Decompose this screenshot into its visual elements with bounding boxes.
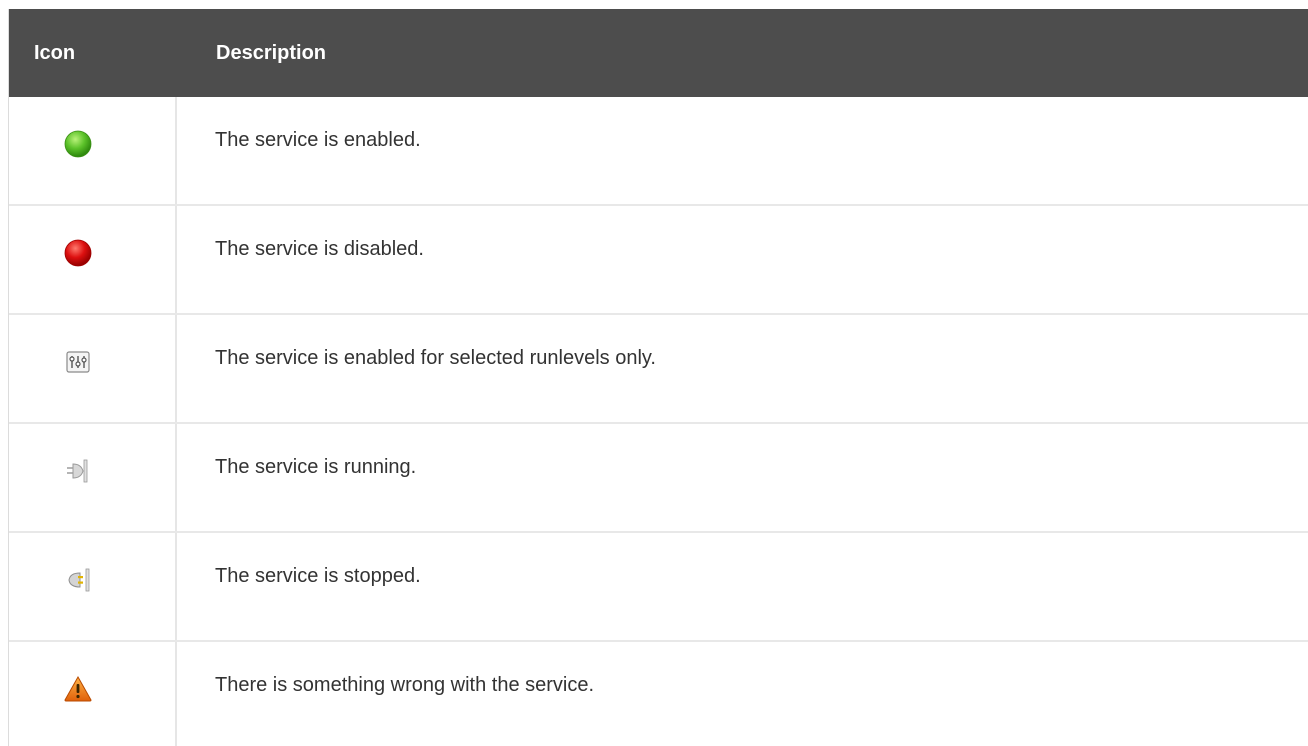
icon-cell (9, 424, 177, 531)
service-status-legend-table: Icon Description The service is enabled.… (8, 9, 1308, 746)
icon-cell (9, 533, 177, 640)
description-column-header: Description (216, 41, 327, 64)
icon-column-header: Icon (34, 41, 76, 64)
plug-connected-icon (61, 454, 95, 488)
warning-triangle-icon (61, 672, 95, 706)
table-row: The service is enabled for selected runl… (9, 315, 1308, 424)
row-description: The service is stopped. (215, 565, 421, 587)
row-description: The service is running. (215, 456, 417, 478)
row-description: The service is enabled. (215, 129, 421, 151)
table-header: Icon Description (9, 9, 1308, 97)
icon-cell (9, 97, 177, 204)
red-circle-icon (61, 236, 95, 270)
icon-cell (9, 206, 177, 313)
table-row: The service is enabled. (9, 97, 1308, 206)
green-circle-icon (61, 127, 95, 161)
table-row: The service is disabled. (9, 206, 1308, 315)
table-row: There is something wrong with the servic… (9, 642, 1308, 746)
row-description: There is something wrong with the servic… (215, 674, 595, 696)
row-description: The service is disabled. (215, 238, 424, 260)
icon-cell (9, 315, 177, 422)
table-row: The service is stopped. (9, 533, 1308, 642)
row-description: The service is enabled for selected runl… (215, 347, 656, 369)
icon-cell (9, 642, 177, 746)
runlevels-icon (61, 345, 95, 379)
plug-disconnected-icon (61, 563, 95, 597)
table-row: The service is running. (9, 424, 1308, 533)
